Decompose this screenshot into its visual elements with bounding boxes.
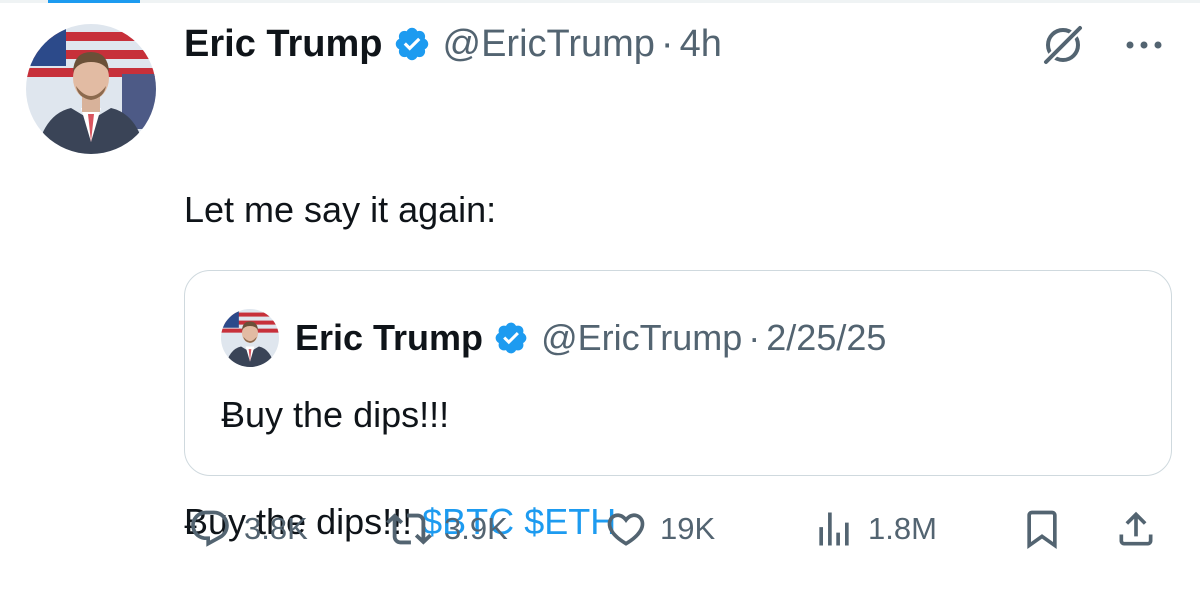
quoted-tweet-date: 2/25/25	[766, 317, 887, 358]
verified-badge-icon	[393, 25, 431, 63]
repost-icon	[386, 506, 432, 552]
views-button[interactable]: 1.8M	[812, 500, 937, 558]
quoted-tweet-text: Ƀuy the dips!!!	[221, 394, 450, 435]
grok-icon[interactable]	[1038, 20, 1088, 70]
author-name[interactable]: Eric Trump	[184, 23, 383, 66]
quoted-author-handle: @EricTrump	[541, 317, 743, 358]
repost-count: 3.9K	[444, 511, 508, 546]
quoted-tweet-header: Eric Trump @EricTrump · 2/25/25	[295, 311, 886, 365]
reply-button[interactable]: 3.8K	[188, 500, 308, 558]
share-icon	[1114, 507, 1158, 551]
tweet-header: Eric Trump @EricTrump · 4h	[184, 18, 722, 70]
reply-count: 3.8K	[244, 511, 308, 546]
share-button[interactable]	[1114, 500, 1158, 558]
top-divider	[0, 0, 1200, 3]
quoted-tweet-card[interactable]: Eric Trump @EricTrump · 2/25/25 Ƀuy the …	[184, 270, 1172, 476]
action-bar: 3.8K 3.9K 19K 1.8M	[184, 500, 1164, 558]
quoted-avatar	[221, 309, 279, 367]
tweet-timestamp[interactable]: 4h	[680, 23, 722, 66]
bookmark-icon	[1020, 507, 1064, 551]
separator-dot: ·	[748, 317, 761, 358]
separator-dot: ·	[660, 22, 674, 65]
verified-badge-icon	[493, 320, 529, 356]
tweet-text-line: Let me say it again:	[184, 189, 497, 230]
like-count: 19K	[660, 511, 716, 546]
active-tab-indicator	[48, 0, 140, 3]
like-button[interactable]: 19K	[604, 500, 715, 558]
views-count: 1.8M	[868, 511, 937, 546]
bookmark-button[interactable]	[1020, 500, 1064, 558]
avatar[interactable]	[26, 24, 156, 154]
like-icon	[604, 507, 648, 551]
quoted-author-name: Eric Trump	[295, 317, 484, 358]
tweet-top-actions	[1038, 20, 1164, 70]
more-icon[interactable]	[1124, 39, 1164, 51]
repost-button[interactable]: 3.9K	[386, 500, 508, 558]
author-handle[interactable]: @EricTrump	[443, 23, 655, 66]
reply-icon	[188, 507, 232, 551]
views-icon	[812, 507, 856, 551]
